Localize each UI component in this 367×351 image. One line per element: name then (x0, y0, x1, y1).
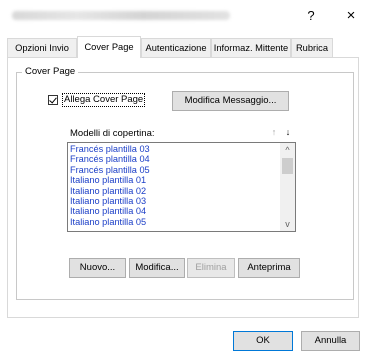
tab-sender-info[interactable]: Informaz. Mittente (211, 38, 291, 57)
tab-authentication[interactable]: Autenticazione (141, 38, 211, 57)
list-item[interactable]: Francés plantilla 05 (69, 165, 281, 175)
list-item[interactable]: Italiano plantilla 03 (69, 196, 281, 206)
list-item[interactable]: Italiano plantilla 04 (69, 206, 281, 216)
scrollbar-thumb[interactable] (282, 158, 293, 174)
list-item[interactable]: Francés plantilla 04 (69, 154, 281, 164)
tab-address-book[interactable]: Rubrica (291, 38, 333, 57)
scroll-up-icon[interactable]: ^ (280, 143, 295, 157)
tab-cover-page[interactable]: Cover Page (77, 36, 141, 58)
help-button[interactable]: ? (298, 7, 324, 25)
list-item[interactable]: Italiano plantilla 05 (69, 217, 281, 227)
move-up-icon[interactable]: ↑ (268, 126, 280, 138)
cover-page-group-title: Cover Page (22, 66, 79, 77)
modify-button[interactable]: Modifica... (129, 258, 185, 278)
new-button[interactable]: Nuovo... (69, 258, 126, 278)
delete-button[interactable]: Elimina (187, 258, 235, 278)
templates-listbox[interactable]: Francés plantilla 03 Francés plantilla 0… (67, 142, 296, 232)
templates-scrollbar[interactable]: ^ v (280, 143, 295, 231)
cancel-button[interactable]: Annulla (301, 331, 360, 351)
list-item[interactable]: Francés plantilla 03 (69, 144, 281, 154)
templates-label: Modelli di copertina: (70, 128, 155, 139)
tab-send-options[interactable]: Opzioni Invio (7, 38, 77, 57)
scroll-down-icon[interactable]: v (280, 217, 295, 231)
title-bar: ? × (0, 0, 367, 30)
list-item[interactable]: Italiano plantilla 02 (69, 186, 281, 196)
move-down-icon[interactable]: ↓ (282, 126, 294, 138)
templates-list: Francés plantilla 03 Francés plantilla 0… (69, 144, 281, 227)
ok-button[interactable]: OK (233, 331, 293, 351)
attach-cover-page-checkbox[interactable] (48, 95, 58, 105)
list-item[interactable]: Italiano plantilla 01 (69, 175, 281, 185)
window-title-blurred (12, 11, 230, 20)
close-button[interactable]: × (338, 7, 364, 25)
edit-message-button[interactable]: Modifica Messaggio... (172, 91, 289, 111)
attach-cover-page-label[interactable]: Allega Cover Page (62, 93, 146, 107)
preview-button[interactable]: Anteprima (238, 258, 300, 278)
